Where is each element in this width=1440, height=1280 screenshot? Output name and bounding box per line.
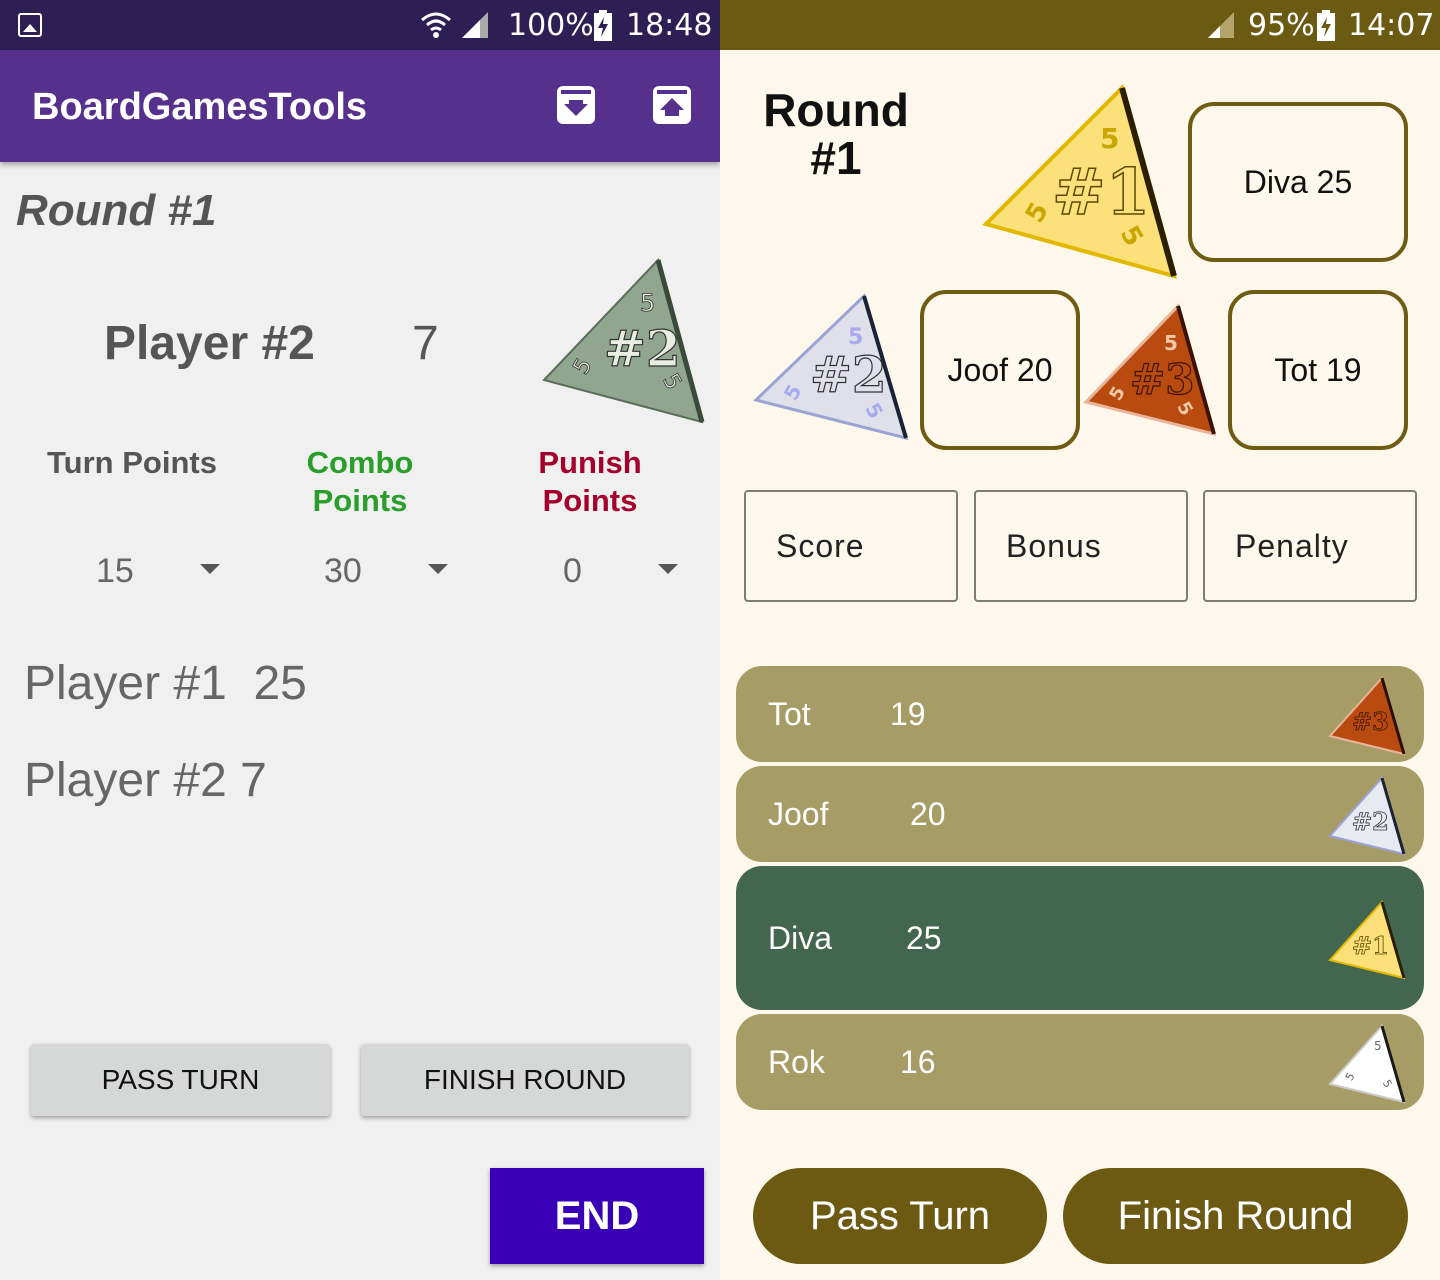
player-row-name: Rok — [768, 1044, 825, 1080]
piece-label: #3 — [1352, 707, 1389, 736]
piece-label: #2 — [1352, 807, 1389, 836]
battery-icon — [594, 10, 612, 41]
penalty-field[interactable]: Penalty — [1203, 490, 1417, 602]
turn-points-label: Turn Points — [47, 445, 217, 480]
end-game-button[interactable]: END GAME — [490, 1168, 704, 1264]
piece-five: 5 — [848, 325, 863, 350]
piece-label: #1 — [1352, 931, 1389, 960]
score-list-item: Player #1 25 — [24, 657, 307, 710]
player-row-score: 25 — [906, 920, 942, 956]
wifi-icon — [421, 12, 451, 38]
player-piece-icon: #1 — [1328, 899, 1406, 980]
piece-label: #2 — [604, 319, 681, 378]
battery-percent: 95% — [1248, 8, 1315, 43]
combo-points-spinner[interactable]: 30 — [324, 552, 362, 591]
bonus-field[interactable]: Bonus — [974, 490, 1188, 602]
player-piece-icon: #2 5 5 5 — [753, 293, 909, 441]
combo-points-label: Combo Points — [306, 445, 414, 518]
pass-turn-button[interactable]: PASS TURN — [31, 1044, 330, 1116]
dropdown-arrow-icon[interactable] — [428, 564, 448, 574]
leader-piece-icon: #1 5 5 5 — [982, 84, 1177, 279]
player-piece-icon: #3 5 5 5 — [1083, 303, 1217, 437]
left-screen: 100% 18:48 BoardGamesTools Round #1 Play… — [0, 0, 720, 1280]
dropdown-arrow-icon[interactable] — [658, 564, 678, 574]
score-field[interactable]: Score — [744, 490, 958, 602]
punish-points-spinner[interactable]: 0 — [563, 552, 582, 591]
player-row-name: Tot — [768, 696, 811, 732]
player-card[interactable]: Joof 20 — [920, 290, 1080, 450]
app-bar: BoardGamesTools — [0, 50, 720, 162]
pass-turn-button[interactable]: Pass Turn — [753, 1168, 1047, 1264]
piece-label: #3 — [1130, 355, 1194, 404]
finish-round-button[interactable]: Finish Round — [1063, 1168, 1408, 1264]
player-row-name: Diva — [768, 920, 833, 956]
player-piece-icon: #2 — [1328, 775, 1406, 856]
player-row-active[interactable]: Diva 25 #1 — [736, 866, 1424, 1010]
battery-percent: 100% — [508, 8, 594, 43]
player-row[interactable]: Tot 19 #3 — [736, 666, 1424, 762]
signal-icon — [462, 12, 488, 38]
player-row-name: Joof — [768, 796, 829, 832]
player-piece-icon: #3 — [1328, 675, 1406, 756]
piece-five: 5 — [640, 289, 655, 317]
score-list-item: Player #2 7 — [24, 754, 267, 807]
current-player-name: Player #2 — [104, 317, 315, 370]
punish-points-label: Punish Points — [538, 445, 642, 518]
piece-five: 5 — [1164, 331, 1178, 355]
turn-points-spinner[interactable]: 15 — [96, 552, 134, 591]
player-row-score: 20 — [910, 796, 946, 832]
gallery-notification-icon — [18, 13, 42, 37]
round-title: Round #1 — [763, 84, 909, 184]
piece-label: #1 — [1052, 155, 1150, 230]
right-screen: 95% 14:07 Round #1 #1 5 5 5 Diva 25 #2 5… — [720, 0, 1440, 1280]
piece-label: #2 — [810, 345, 887, 404]
finish-round-button[interactable]: FINISH ROUND — [361, 1044, 689, 1116]
player-piece-icon: #2 5 5 5 — [542, 258, 705, 424]
current-player-score: 7 — [412, 317, 439, 370]
player-card[interactable]: Tot 19 — [1228, 290, 1408, 450]
player-row[interactable]: Rok 16 5 5 5 — [736, 1014, 1424, 1110]
battery-icon — [1317, 10, 1335, 41]
clock: 18:48 — [626, 8, 713, 43]
round-title: Round #1 — [16, 186, 217, 235]
piece-five: 5 — [1100, 122, 1119, 155]
player-card[interactable]: Diva 25 — [1188, 102, 1408, 262]
app-title: BoardGamesTools — [32, 86, 368, 128]
player-row-score: 19 — [890, 696, 926, 732]
player-piece-icon: 5 5 5 — [1328, 1023, 1406, 1104]
upload-icon[interactable] — [653, 86, 691, 124]
player-row-score: 16 — [900, 1044, 936, 1080]
dropdown-arrow-icon[interactable] — [200, 564, 220, 574]
status-bar: 95% 14:07 — [720, 0, 1440, 50]
player-row[interactable]: Joof 20 #2 — [736, 766, 1424, 862]
download-icon[interactable] — [557, 86, 595, 124]
piece-five: 5 — [1374, 1039, 1382, 1053]
status-bar: 100% 18:48 — [0, 0, 720, 50]
clock: 14:07 — [1348, 8, 1435, 43]
signal-icon — [1208, 12, 1234, 38]
